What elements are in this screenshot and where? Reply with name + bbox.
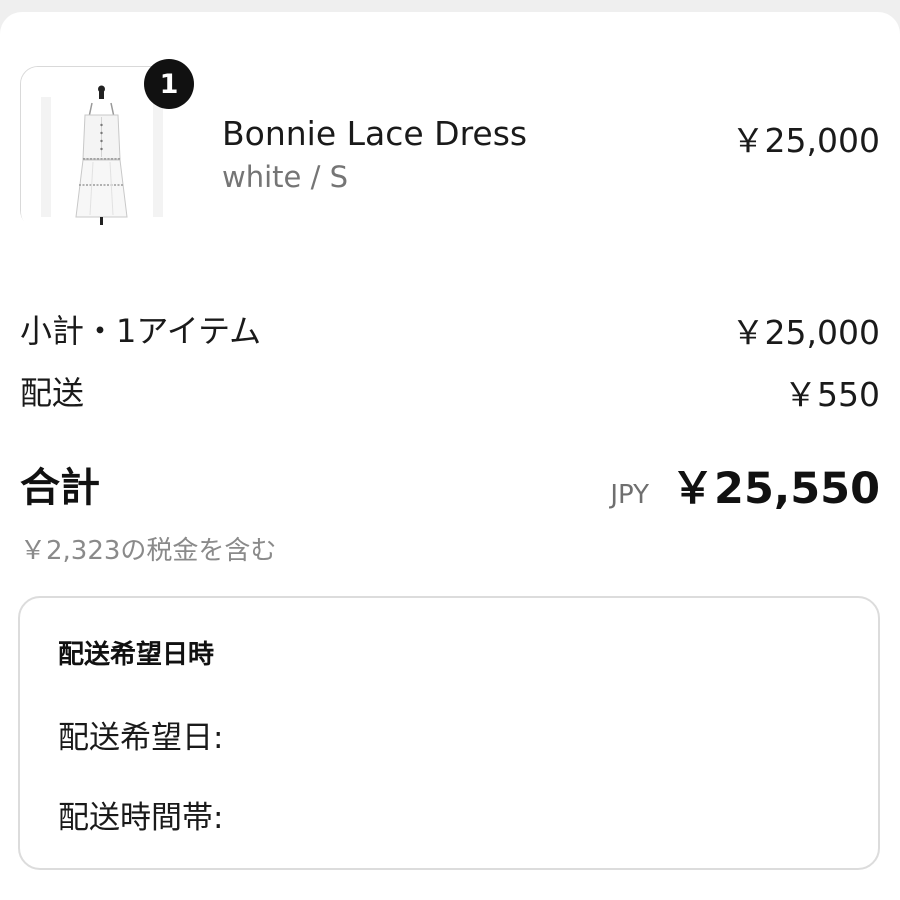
subtotal-label: 小計・1アイテム (20, 312, 262, 350)
subtotal-value: ￥25,000 (731, 313, 880, 352)
tax-note: ￥2,323の税金を含む (20, 536, 277, 566)
delivery-date-field: 配送希望日: (58, 720, 224, 756)
product-name: Bonnie Lace Dress (222, 114, 528, 153)
delivery-time-field: 配送時間帯: (58, 800, 224, 836)
total-amount: JPY ￥25,550 (610, 454, 880, 516)
quantity-badge: 1 (144, 59, 194, 109)
delivery-preference-box: 配送希望日時 配送希望日: 配送時間帯: (18, 596, 880, 870)
total-value: ￥25,550 (671, 464, 880, 514)
product-price: ￥25,000 (731, 121, 880, 160)
order-summary-sheet: 1 Bonnie Lace Dress white / S ￥25,000 小計… (0, 12, 900, 900)
shipping-label: 配送 (20, 374, 85, 412)
delivery-title: 配送希望日時 (58, 640, 215, 670)
shipping-value: ￥550 (784, 375, 880, 414)
currency-code: JPY (610, 480, 650, 510)
total-label: 合計 (20, 465, 100, 511)
product-variant: white / S (222, 160, 348, 194)
